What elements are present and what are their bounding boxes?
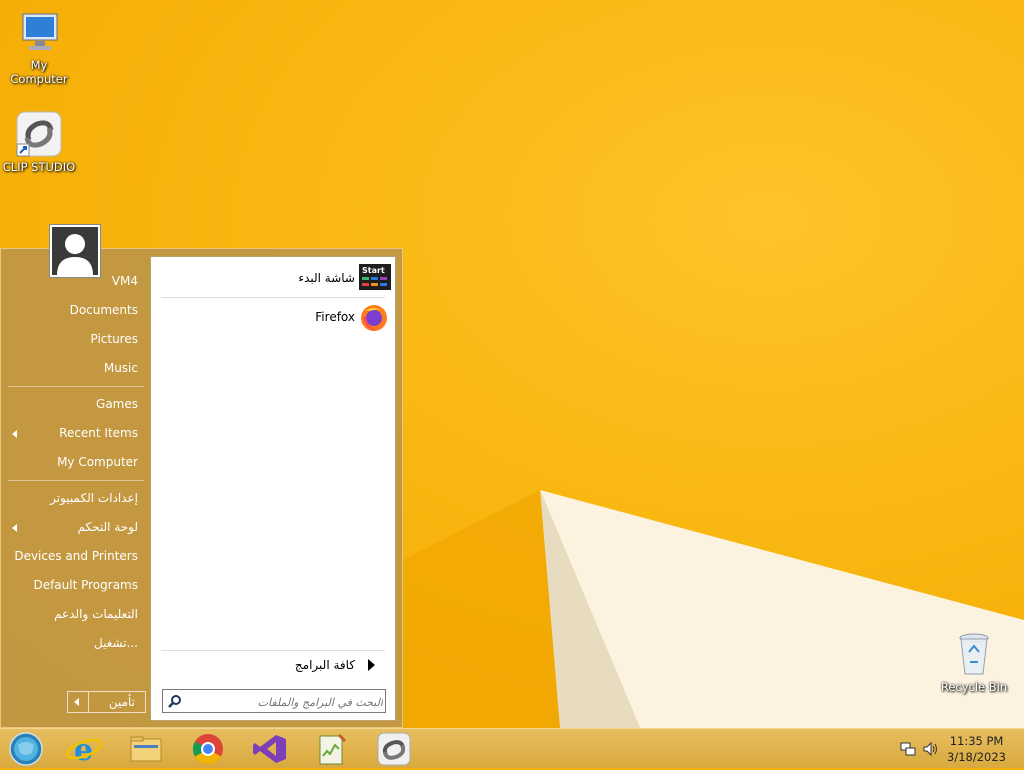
search-input[interactable] <box>185 692 385 712</box>
separator <box>8 386 144 387</box>
start-menu: VM4 Documents Pictures Music Games Recen… <box>0 248 403 728</box>
start-item-my-computer[interactable]: My Computer <box>6 448 146 477</box>
desktop-icon-label: Recycle Bin <box>940 680 1008 694</box>
chevron-left-icon <box>12 524 17 532</box>
shutdown-divider <box>88 692 89 712</box>
desktop-icon-recycle-bin[interactable]: Recycle Bin <box>936 630 1012 694</box>
avatar[interactable] <box>49 224 101 278</box>
start-orb-icon <box>9 732 43 766</box>
desktop-icon-clip-studio[interactable]: CLIP STUDIO <box>1 110 77 174</box>
volume-icon[interactable] <box>922 741 938 760</box>
desktop-icon-my-computer[interactable]: My Computer <box>1 8 77 86</box>
start-item-recent-items[interactable]: Recent Items <box>6 419 146 448</box>
search-icon <box>168 694 182 711</box>
svg-text:Start: Start <box>362 266 385 275</box>
clip-studio-icon <box>377 732 411 766</box>
desktop-icon-label: My Computer <box>10 58 68 86</box>
network-icon[interactable] <box>900 741 916 760</box>
taskbar-internet-explorer[interactable]: e <box>62 731 106 768</box>
start-item-pictures[interactable]: Pictures <box>6 325 146 354</box>
taskbar-notepad-plus-plus[interactable] <box>310 731 354 767</box>
monitor-icon <box>15 8 63 56</box>
clock-date: 3/18/2023 <box>947 750 1006 764</box>
clock[interactable]: 11:35 PM 3/18/2023 <box>947 733 1006 765</box>
internet-explorer-icon: e <box>65 733 103 768</box>
taskbar-file-explorer[interactable] <box>124 731 168 767</box>
recycle-bin-icon <box>950 630 998 678</box>
chevron-left-icon[interactable] <box>74 698 79 706</box>
start-menu-places: VM4 Documents Pictures Music Games Recen… <box>6 267 146 658</box>
start-item-devices-printers[interactable]: Devices and Printers <box>6 542 146 571</box>
shutdown-button[interactable]: تأمين <box>67 691 146 713</box>
separator <box>8 480 144 481</box>
start-item-documents[interactable]: Documents <box>6 296 146 325</box>
start-item-default-programs[interactable]: Default Programs <box>6 571 146 600</box>
firefox-icon <box>359 303 389 331</box>
visual-studio-icon <box>253 735 286 763</box>
search-box[interactable] <box>162 689 386 713</box>
svg-text:e: e <box>74 733 93 767</box>
start-button[interactable] <box>4 731 48 767</box>
start-item-run[interactable]: تشغيل... <box>6 629 146 658</box>
shutdown-label: تأمين <box>108 695 135 709</box>
start-item-help-support[interactable]: التعليمات والدعم <box>6 600 146 629</box>
programs-panel: شاشة البدء Start Firefox كافة البرامج ال… <box>150 256 396 721</box>
file-explorer-icon <box>130 736 162 762</box>
user-icon <box>57 234 93 275</box>
start-item-music[interactable]: Music <box>6 354 146 383</box>
start-item-control-panel[interactable]: لوحة التحكم <box>6 513 146 542</box>
pinned-firefox[interactable]: Firefox <box>151 298 395 336</box>
system-tray: 11:35 PM 3/18/2023 <box>884 729 1024 769</box>
start-item-games[interactable]: Games <box>6 390 146 419</box>
start-screen-icon: Start <box>359 264 391 292</box>
start-item-pc-settings[interactable]: إعدادات الكمبيوتر <box>6 484 146 513</box>
clock-time: 11:35 PM <box>949 734 1004 748</box>
clip-studio-icon <box>15 110 63 158</box>
taskbar-visual-studio[interactable] <box>248 731 292 767</box>
chevron-left-icon <box>12 430 17 438</box>
desktop-icon-label: CLIP STUDIO <box>2 160 76 174</box>
taskbar-chrome[interactable] <box>186 731 230 767</box>
taskbar: e 11:35 PM 3/18/2023 <box>0 728 1024 768</box>
taskbar-clip-studio[interactable] <box>372 731 416 767</box>
notepad-plus-plus-icon <box>319 734 346 765</box>
chrome-icon <box>192 734 223 765</box>
triangle-right-icon <box>368 659 375 671</box>
all-programs-button[interactable]: كافة البرامج <box>161 650 385 679</box>
pinned-start-screen[interactable]: شاشة البدء Start <box>151 259 395 297</box>
